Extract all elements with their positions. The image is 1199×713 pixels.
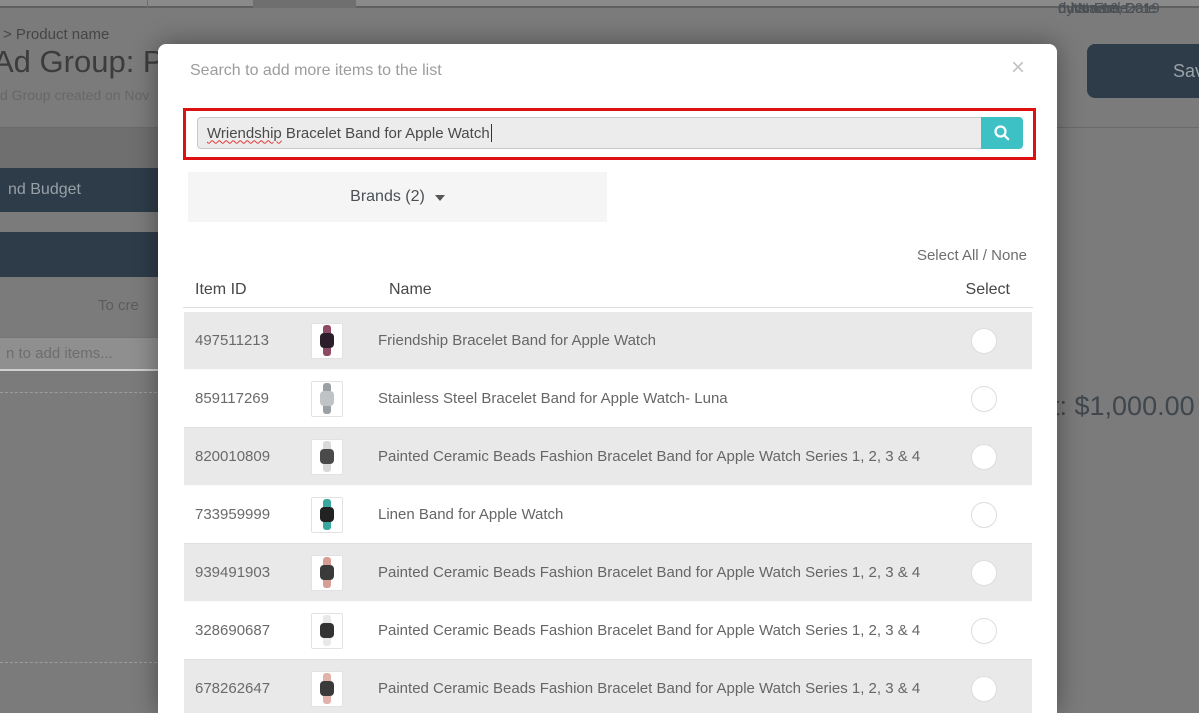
add-items-modal: Search to add more items to the list × W… <box>158 44 1057 713</box>
brands-filter-label: Brands (2) <box>350 188 425 205</box>
item-id: 939491903 <box>195 564 271 581</box>
select-radio[interactable] <box>971 559 997 586</box>
watch-product-icon <box>320 557 334 588</box>
active-tab-edge[interactable] <box>253 0 356 8</box>
item-thumbnail <box>311 380 378 417</box>
item-name: Painted Ceramic Beads Fashion Bracelet B… <box>378 622 921 639</box>
item-thumbnail <box>311 496 378 533</box>
search-input-text: Bracelet Band for Apple Watch <box>281 124 490 142</box>
table-row: 678262647 Painted Ceramic Beads Fashion … <box>184 660 1032 713</box>
breadcrumb[interactable]: > Product name <box>3 26 109 43</box>
table-row: 939491903 Painted Ceramic Beads Fashion … <box>184 544 1032 602</box>
item-id: 497511213 <box>195 332 269 349</box>
item-thumbnail <box>311 322 378 359</box>
item-thumbnail <box>311 612 378 649</box>
item-id: 859117269 <box>195 390 269 407</box>
text-cursor <box>490 124 492 142</box>
search-button[interactable] <box>981 117 1023 149</box>
item-name: Linen Band for Apple Watch <box>378 506 564 523</box>
item-thumbnail <box>311 438 378 475</box>
watch-product-icon <box>320 673 334 704</box>
chevron-down-icon <box>434 195 445 201</box>
item-name: Painted Ceramic Beads Fashion Bracelet B… <box>378 564 921 581</box>
search-input[interactable]: Wriendship Bracelet Band for Apple Watch <box>197 117 981 149</box>
table-row: 859117269 Stainless Steel Bracelet Band … <box>184 370 1032 428</box>
search-icon <box>994 125 1010 141</box>
watch-product-icon <box>320 615 334 646</box>
summary-item-count: 0 items <box>1058 0 1107 17</box>
watch-product-icon <box>320 383 334 414</box>
table-row: 497511213 Friendship Bracelet Band for A… <box>184 312 1032 370</box>
add-items-placeholder: n to add items... <box>6 345 113 362</box>
column-header-name: Name <box>389 281 432 298</box>
browser-tab-strip <box>0 0 1199 8</box>
save-button-label: Save <box>1173 61 1199 81</box>
brands-filter-dropdown[interactable]: Brands (2) <box>188 172 607 222</box>
item-name: Painted Ceramic Beads Fashion Bracelet B… <box>378 448 921 465</box>
item-id: 820010809 <box>195 448 271 465</box>
tab-divider <box>147 0 148 8</box>
save-button[interactable]: Save <box>1087 44 1199 98</box>
column-header-item-id: Item ID <box>195 281 247 298</box>
table-row: 733959999 Linen Band for Apple Watch <box>184 486 1032 544</box>
select-radio[interactable] <box>971 501 997 528</box>
item-thumbnail <box>311 670 378 707</box>
items-table: 497511213 Friendship Bracelet Band for A… <box>184 312 1032 713</box>
select-radio[interactable] <box>971 443 997 470</box>
app-root: > Product name Ad Group: Pro d Group cre… <box>0 0 1199 713</box>
watch-product-icon <box>320 325 334 356</box>
select-radio[interactable] <box>971 675 997 702</box>
summary-budget-amount: t: $1,000.00 <box>1052 391 1195 421</box>
watch-product-icon <box>320 499 334 530</box>
item-name: Stainless Steel Bracelet Band for Apple … <box>378 390 728 407</box>
column-header-select: Select <box>965 281 1010 298</box>
page-subtitle: d Group created on Nov <box>0 87 150 103</box>
sidebar-item-label: nd Budget <box>8 181 81 198</box>
item-id: 328690687 <box>195 622 271 639</box>
add-items-input[interactable]: n to add items... <box>0 337 158 371</box>
watch-product-icon <box>320 441 334 472</box>
select-radio[interactable] <box>971 617 997 644</box>
helper-text: To cre <box>98 297 139 314</box>
select-all-none-link[interactable]: Select All / None <box>917 247 1027 264</box>
item-thumbnail <box>311 554 378 591</box>
item-id: 733959999 <box>195 506 271 523</box>
select-radio[interactable] <box>971 327 997 354</box>
table-row: 820010809 Painted Ceramic Beads Fashion … <box>184 428 1032 486</box>
modal-title: Search to add more items to the list <box>190 62 442 79</box>
table-header-divider <box>183 307 1033 308</box>
item-name: Painted Ceramic Beads Fashion Bracelet B… <box>378 680 921 697</box>
table-row: 328690687 Painted Ceramic Beads Fashion … <box>184 602 1032 660</box>
item-id: 678262647 <box>195 680 271 697</box>
items-dropzone[interactable] <box>0 392 162 663</box>
close-icon[interactable]: × <box>1011 56 1025 80</box>
select-radio[interactable] <box>971 385 997 412</box>
search-input-text-misspelled: Wriendship <box>207 124 282 142</box>
item-name: Friendship Bracelet Band for Apple Watch <box>378 332 656 349</box>
